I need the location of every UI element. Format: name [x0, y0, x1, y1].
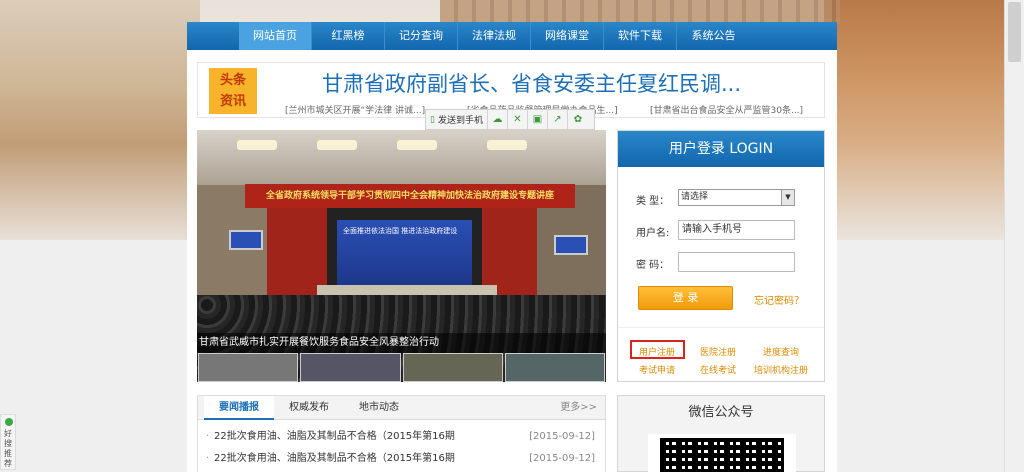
chevron-down-icon[interactable]: ▼	[781, 190, 794, 205]
background-desert-left	[0, 0, 200, 240]
cloud-icon[interactable]: ☁	[488, 110, 508, 129]
status-dot-icon	[5, 418, 13, 426]
qr-code-pattern	[660, 438, 784, 472]
save-icon[interactable]: ▣	[528, 110, 548, 129]
side-widget-label: 好搜推荐	[4, 429, 12, 468]
photo-ceiling	[197, 130, 606, 190]
photo-thumbnail-strip	[197, 353, 606, 382]
photo-side-screen-right	[554, 235, 588, 255]
expand-icon[interactable]: ✕	[508, 110, 528, 129]
tab-city-news[interactable]: 地市动态	[344, 396, 414, 420]
password-input[interactable]	[678, 252, 795, 272]
main-nav: 网站首页 红黑榜 记分查询 法律法规 网络课堂 软件下载 系统公告	[187, 22, 837, 50]
send-to-phone-label: 发送到手机	[437, 116, 483, 126]
share-toolbar: ▯ 发送到手机 ☁ ✕ ▣ ↗ ✿	[425, 109, 595, 130]
settings-icon[interactable]: ✿	[568, 110, 588, 129]
password-label: 密 码：	[636, 260, 670, 271]
photo-caption[interactable]: 甘肃省武威市扎实开展餐饮服务食品安全风暴整治行动	[197, 333, 606, 353]
news-row[interactable]: · 22批次食用油、油脂及其制品不合格（2015年第16期 [2015-09-1…	[198, 426, 605, 448]
badge-line2: 资讯	[219, 94, 246, 109]
login-button[interactable]: 登 录	[638, 286, 733, 310]
send-to-phone-button[interactable]: ▯ 发送到手机	[426, 110, 488, 129]
forgot-password-link[interactable]: 忘记密码？	[754, 292, 804, 307]
nav-item-laws[interactable]: 法律法规	[458, 22, 531, 50]
exam-apply-link[interactable]: 考试申请	[639, 363, 675, 376]
page-scrollbar[interactable]	[1004, 0, 1024, 472]
wechat-title: 微信公众号	[688, 405, 754, 420]
type-select[interactable]: 请选择 ▼	[678, 189, 795, 206]
nav-item-home[interactable]: 网站首页	[239, 22, 312, 50]
online-exam-link[interactable]: 在线考试	[700, 363, 736, 376]
nav-item-announcements[interactable]: 系统公告	[677, 22, 750, 50]
login-panel: 用户登录 LOGIN 类 型： 请选择 ▼ 用户名: 请输入手机号 密 码： 登…	[617, 130, 825, 382]
news-date: [2015-09-12]	[529, 431, 595, 442]
nav-item-score-query[interactable]: 记分查询	[385, 22, 458, 50]
background-desert-right	[824, 0, 1024, 240]
username-input[interactable]: 请输入手机号	[678, 220, 795, 240]
type-label: 类 型：	[636, 196, 670, 207]
background-city-wall	[440, 0, 840, 24]
headline-badge: 头条 资讯	[209, 68, 257, 114]
photo-light	[237, 140, 277, 150]
photo-light	[317, 140, 357, 150]
badge-line1: 头条	[219, 73, 246, 88]
nav-item-redblack-list[interactable]: 红黑榜	[312, 22, 385, 50]
photo-stage-banner: 全省政府系统领导干部学习贯彻四中全会精神加快法治政府建设专题讲座	[245, 184, 575, 208]
news-title[interactable]: 22批次食用油、油脂及其制品不合格（2015年第16期	[214, 448, 455, 470]
news-more-link[interactable]: 更多>>	[560, 396, 597, 420]
news-title[interactable]: 22批次食用油、油脂及其制品不合格（2015年第16期	[214, 426, 455, 448]
nav-item-software-download[interactable]: 软件下载	[604, 22, 677, 50]
news-date: [2015-09-12]	[529, 453, 595, 464]
login-divider	[618, 327, 824, 328]
side-recommend-widget[interactable]: 好搜推荐	[0, 414, 16, 470]
bullet-icon: ·	[206, 431, 210, 442]
training-org-register-link[interactable]: 培训机构注册	[754, 363, 808, 376]
wechat-panel: 微信公众号	[617, 395, 825, 472]
news-row[interactable]: · 22批次食用油、油脂及其制品不合格（2015年第16期 [2015-09-1…	[198, 448, 605, 470]
photo-side-screen-left	[229, 230, 263, 250]
news-panel: 要闻播报 权威发布 地市动态 更多>> · 22批次食用油、油脂及其制品不合格（…	[197, 395, 606, 472]
photo-thumbnail[interactable]	[504, 353, 605, 382]
qr-code	[648, 434, 796, 472]
phone-icon: ▯	[430, 114, 435, 125]
news-tabs: 要闻播报 权威发布 地市动态 更多>>	[198, 396, 605, 420]
scrollbar-thumb[interactable]	[1008, 2, 1021, 62]
login-title: 用户登录 LOGIN	[618, 131, 824, 167]
photo-light	[397, 140, 437, 150]
sub-link[interactable]: [兰州市城关区开展“学法律 讲诚...]	[285, 103, 425, 116]
user-register-link[interactable]: 用户注册	[639, 345, 675, 358]
username-label: 用户名:	[636, 228, 670, 239]
progress-query-link[interactable]: 进度查询	[763, 345, 799, 358]
hospital-register-link[interactable]: 医院注册	[700, 345, 736, 358]
headline-title[interactable]: 甘肃省政府副省长、省食安委主任夏红民调...	[322, 68, 741, 98]
tab-headlines[interactable]: 要闻播报	[204, 396, 274, 420]
photo-light	[487, 140, 527, 150]
type-select-value: 请选择	[681, 192, 709, 202]
nav-item-online-class[interactable]: 网络课堂	[531, 22, 604, 50]
photo-stage-screen: 全面推进依法治国 推进法治政府建设	[337, 220, 472, 290]
photo-thumbnail[interactable]	[198, 353, 299, 382]
bullet-icon: ·	[206, 453, 210, 464]
tab-official-release[interactable]: 权威发布	[274, 396, 344, 420]
photo-thumbnail[interactable]	[402, 353, 503, 382]
photo-thumbnail[interactable]	[300, 353, 401, 382]
share-icon[interactable]: ↗	[548, 110, 568, 129]
news-photo-slideshow[interactable]: 全省政府系统领导干部学习贯彻四中全会精神加快法治政府建设专题讲座 全面推进依法治…	[197, 130, 606, 382]
sub-link[interactable]: [甘肃省出台食品安全从严监管30条...]	[650, 103, 803, 116]
